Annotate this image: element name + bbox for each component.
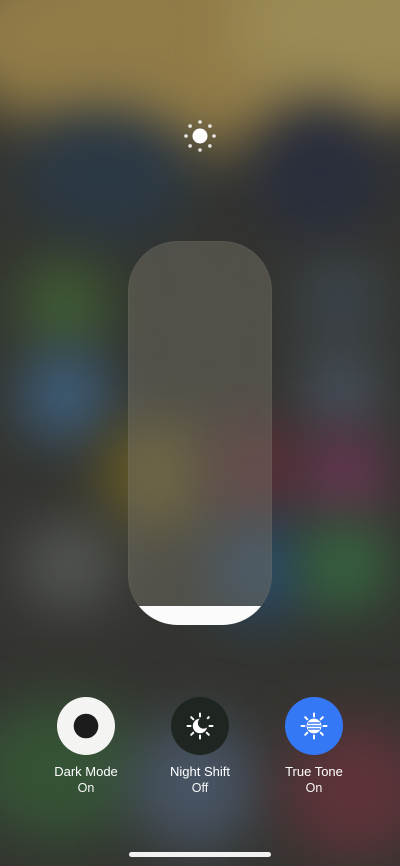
dark-mode-label: Dark Mode (54, 764, 118, 779)
dark-mode-state: On (77, 781, 95, 795)
true-tone-icon (300, 712, 328, 740)
night-shift-toggle[interactable]: Night Shift Off (145, 697, 255, 796)
true-tone-label: True Tone (285, 764, 343, 779)
true-tone-button[interactable] (285, 697, 343, 755)
true-tone-state: On (305, 781, 323, 795)
dark-mode-toggle[interactable]: Dark Mode On (31, 697, 141, 796)
dark-mode-icon (73, 713, 99, 739)
sun-icon (184, 120, 216, 152)
night-shift-icon (186, 712, 214, 740)
night-shift-button[interactable] (171, 697, 229, 755)
night-shift-label: Night Shift (170, 764, 230, 779)
brightness-slider[interactable] (128, 241, 272, 625)
night-shift-state: Off (191, 781, 209, 795)
home-indicator[interactable] (129, 852, 271, 857)
dark-mode-button[interactable] (57, 697, 115, 755)
true-tone-toggle[interactable]: True Tone On (259, 697, 369, 796)
brightness-slider-fill (128, 605, 272, 625)
